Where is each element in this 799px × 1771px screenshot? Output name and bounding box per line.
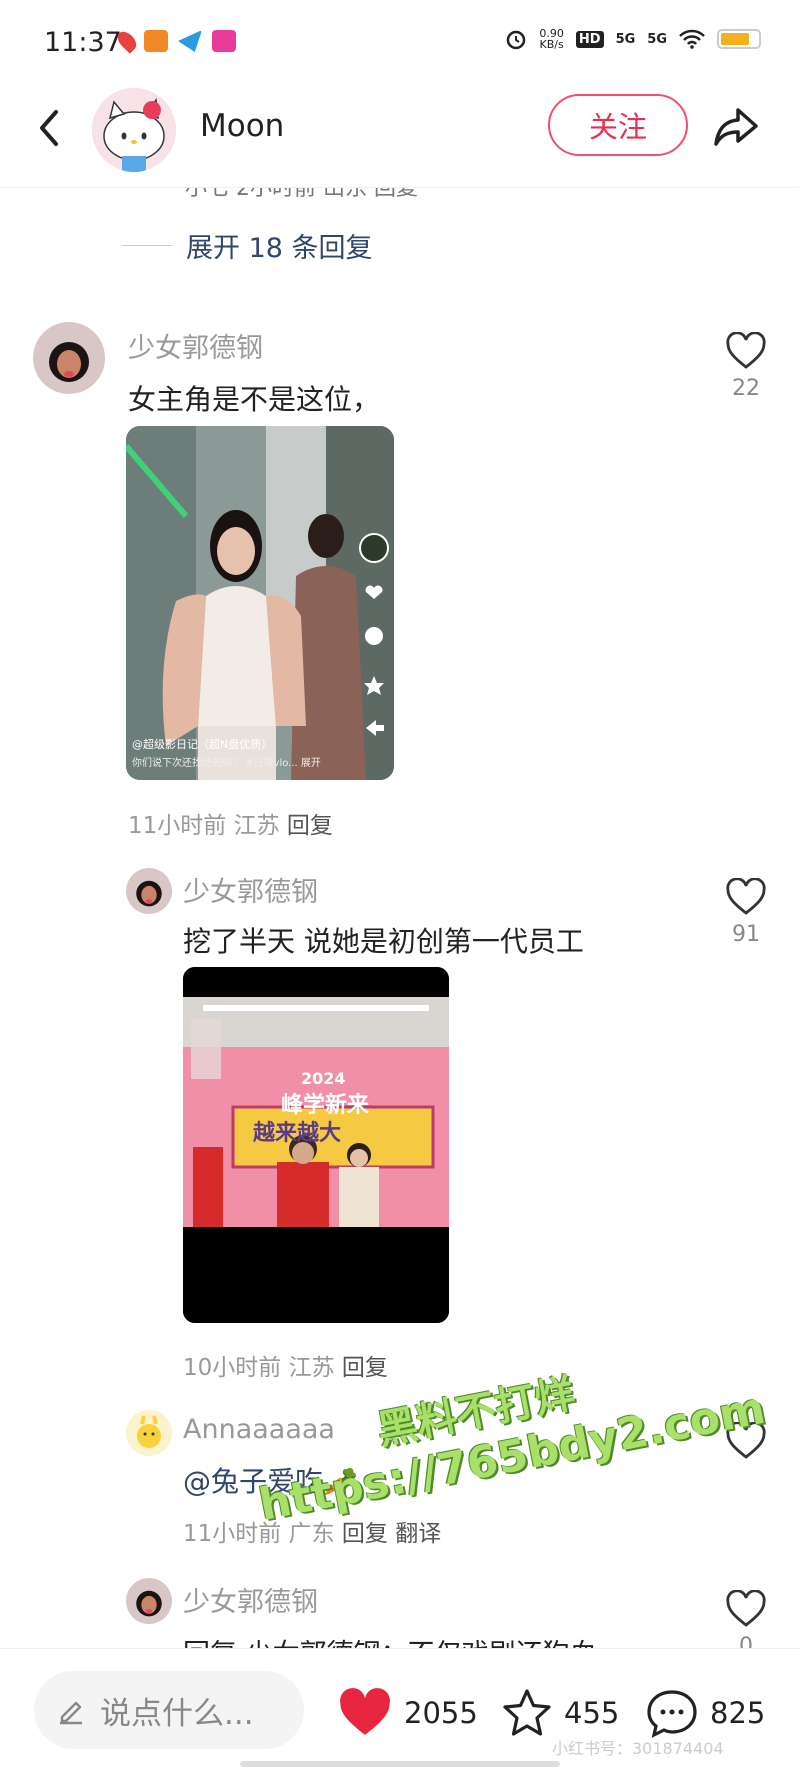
share-icon[interactable] [710, 100, 762, 152]
comment-image-event-photo[interactable]: 2024 峰学新来 越来越大 [183, 967, 449, 1323]
status-right: 0.90 KB/s HD 5G 5G [505, 28, 761, 50]
like-stat[interactable]: 2055 [336, 1687, 478, 1739]
user-avatar[interactable] [126, 1578, 172, 1624]
comment-text: 挖了半天 说她是初创第一代员工 [183, 925, 584, 958]
back-arrow-icon[interactable] [30, 102, 70, 154]
comment-bubble-icon[interactable] [644, 1687, 700, 1739]
comment-username[interactable]: 少女郭德钢 [128, 326, 263, 365]
comment-username[interactable]: 少女郭德钢 [183, 1580, 318, 1619]
comment-meta: 11小时前 江苏 回复 [128, 813, 333, 839]
like-count: 22 [732, 376, 760, 401]
collect-total: 455 [564, 1696, 620, 1730]
video-caption: @超级影日记（超N盘优质） [132, 738, 273, 751]
app-notify-icon-2 [212, 30, 236, 52]
comment-like[interactable]: 22 [716, 331, 776, 401]
notification-icons [114, 28, 236, 54]
heart-filled-icon[interactable] [336, 1687, 394, 1739]
banner-line2: 越来越大 [253, 1121, 342, 1146]
comment-total: 825 [710, 1696, 766, 1730]
signal-icon-2: 5G [647, 31, 667, 47]
user-avatar[interactable] [33, 322, 105, 394]
signal-icon-1: 5G [615, 31, 636, 47]
top-nav: Moon 关注 [0, 80, 799, 188]
video-subcaption: 你们说下次还找他去吗？ #日常vlo... 展开 [132, 758, 321, 769]
app-notify-icon [144, 30, 168, 52]
comment-meta: 10小时前 江苏 回复 [183, 1355, 388, 1381]
star-outline-icon[interactable] [500, 1687, 554, 1739]
comment-input[interactable]: 说点什么... [34, 1671, 304, 1749]
comment-image-video-screenshot[interactable]: @超级影日记（超N盘优质） 你们说下次还找他去吗？ #日常vlo... 展开 [126, 426, 394, 780]
xhs-id-watermark: 小红书号：301874404 [552, 1739, 724, 1758]
author-avatar[interactable] [92, 88, 176, 172]
hello-kitty-avatar-image [92, 88, 176, 172]
heart-outline-icon[interactable] [725, 1589, 767, 1628]
like-total: 2055 [404, 1696, 478, 1730]
network-speed: 0.90 KB/s [539, 27, 564, 51]
heart-outline-icon[interactable] [725, 331, 767, 370]
bottom-action-bar: 说点什么... 2055 455 825 小红书号：301874404 [0, 1648, 799, 1771]
status-bar: 11:37 0.90 KB/s HD 5G 5G [0, 0, 799, 80]
alarm-icon [507, 30, 526, 50]
translate-link[interactable]: 翻译 [395, 1521, 441, 1547]
status-time: 11:37 [44, 27, 122, 58]
battery-icon [717, 29, 761, 49]
home-indicator [240, 1761, 560, 1767]
comment-username[interactable]: 少女郭德钢 [183, 870, 318, 909]
expand-replies[interactable]: 展开 18 条回复 [122, 226, 373, 265]
woman-street-photo [126, 426, 394, 780]
user-avatar[interactable] [126, 1410, 172, 1456]
hd-badge: HD [575, 30, 604, 48]
pencil-icon [60, 1701, 82, 1725]
reply-link[interactable]: 回复 [342, 1521, 388, 1547]
comment-input-placeholder: 说点什么... [100, 1695, 254, 1732]
reply-link[interactable]: 回复 [342, 1355, 388, 1381]
user-avatar[interactable] [126, 868, 172, 914]
expand-replies-label[interactable]: 展开 18 条回复 [186, 226, 373, 265]
banner-year: 2024 [301, 1069, 346, 1088]
telegram-icon [178, 30, 202, 52]
heart-outline-icon[interactable] [725, 877, 767, 916]
like-count: 91 [732, 922, 760, 947]
author-name[interactable]: Moon [200, 108, 284, 144]
comment-like[interactable]: 91 [716, 877, 776, 947]
wifi-icon [679, 29, 705, 49]
divider-line [122, 245, 172, 246]
comment-text: 女主角是不是这位， [128, 383, 381, 416]
comment-stat[interactable]: 825 [644, 1687, 765, 1739]
reply-link[interactable]: 回复 [287, 813, 333, 839]
follow-button[interactable]: 关注 [548, 94, 688, 156]
collect-stat[interactable]: 455 [500, 1687, 619, 1739]
